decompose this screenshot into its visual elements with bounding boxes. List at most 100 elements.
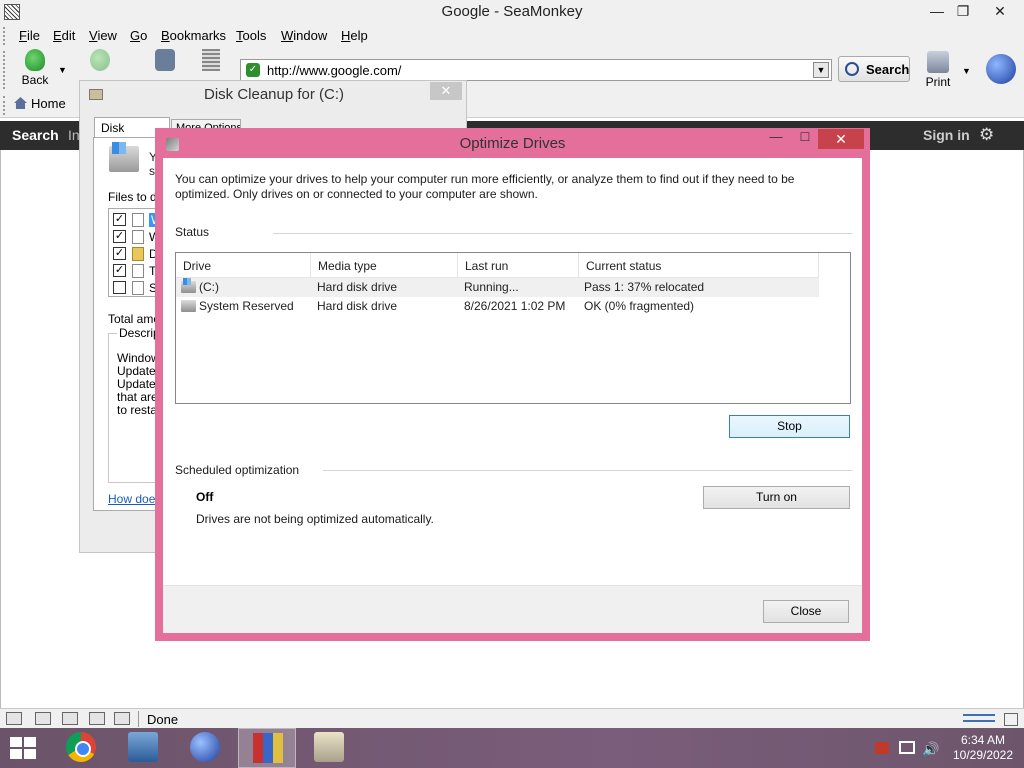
print-button[interactable]: Print xyxy=(920,51,956,89)
close-button[interactable]: ✕ xyxy=(818,129,864,149)
checkbox[interactable] xyxy=(113,281,126,294)
file-icon xyxy=(132,213,144,227)
gear-icon[interactable]: ⚙ xyxy=(979,126,994,143)
close-button[interactable]: ✕ xyxy=(980,0,1020,24)
maximize-button[interactable]: ❐ xyxy=(948,0,978,24)
mail-icon[interactable] xyxy=(35,712,51,725)
column-header-media-type[interactable]: Media type xyxy=(311,253,458,278)
magnifier-icon xyxy=(845,62,859,76)
menu-edit[interactable]: Edit xyxy=(53,28,75,43)
url-bar[interactable]: ✓ http://www.google.com/ ▼ xyxy=(240,59,832,81)
section-divider xyxy=(273,233,852,234)
menu-view[interactable]: View xyxy=(89,28,117,43)
column-header-last-run[interactable]: Last run xyxy=(458,253,579,278)
back-arrow-icon xyxy=(25,49,45,71)
optimize-drives-titlebar[interactable]: Optimize Drives — ☐ ✕ xyxy=(155,128,870,158)
winrar-icon xyxy=(253,733,283,763)
seamonkey-throbber-icon[interactable] xyxy=(986,54,1016,84)
menu-bar: File Edit View Go Bookmarks Tools Window… xyxy=(0,24,1024,47)
toolbar-grip[interactable] xyxy=(3,51,7,89)
stop-button[interactable]: Stop xyxy=(729,415,850,438)
how-does-link[interactable]: How does xyxy=(108,492,161,506)
menu-window-key: W xyxy=(281,28,294,43)
maximize-button[interactable]: ☐ xyxy=(795,130,815,150)
column-header-current-status[interactable]: Current status xyxy=(579,253,819,278)
windows-logo-pane xyxy=(24,737,36,747)
file-icon xyxy=(132,264,144,278)
url-text[interactable]: http://www.google.com/ xyxy=(267,63,401,78)
windows-start-button[interactable] xyxy=(10,737,38,761)
menu-help[interactable]: Help xyxy=(341,28,368,43)
url-history-dropdown[interactable]: ▼ xyxy=(813,62,829,78)
disk-cleanup-titlebar[interactable]: Disk Cleanup for (C:) ✕ xyxy=(80,81,466,109)
checkbox[interactable]: ✓ xyxy=(113,247,126,260)
menu-window[interactable]: Window xyxy=(281,28,327,43)
drives-table[interactable]: Drive Media type Last run Current status… xyxy=(175,252,851,404)
drive-icon xyxy=(109,142,139,172)
minimize-button[interactable]: — xyxy=(766,130,786,150)
toolbar-grip[interactable] xyxy=(3,96,7,115)
drives-table-header: Drive Media type Last run Current status xyxy=(176,253,819,278)
disk-cleanup-close-button[interactable]: ✕ xyxy=(430,82,462,100)
taskbar-chrome[interactable] xyxy=(52,728,110,768)
reload-button[interactable] xyxy=(140,49,190,73)
taskbar-network[interactable] xyxy=(114,728,172,768)
action-center-flag-icon[interactable] xyxy=(875,742,889,754)
checkbox[interactable]: ✓ xyxy=(113,264,126,277)
file-icon xyxy=(132,230,144,244)
taskbar-seamonkey[interactable] xyxy=(176,728,234,768)
toolbar-grip[interactable] xyxy=(3,27,7,45)
menu-tools[interactable]: Tools xyxy=(236,28,266,43)
composer-icon[interactable] xyxy=(62,712,78,725)
taskbar-winrar[interactable] xyxy=(238,728,296,768)
disk-cleanup-icon xyxy=(314,732,344,762)
menu-view-label: iew xyxy=(97,28,117,43)
checkbox[interactable]: ✓ xyxy=(113,230,126,243)
network-tray-icon[interactable] xyxy=(899,741,915,754)
windows-logo-pane xyxy=(10,737,22,747)
home-icon xyxy=(14,97,27,109)
security-lock-icon[interactable] xyxy=(1004,713,1018,726)
site-identity-icon[interactable]: ✓ xyxy=(246,63,260,77)
media-type: Hard disk drive xyxy=(317,280,398,294)
addressbook-icon[interactable] xyxy=(89,712,105,725)
google-sign-in-link[interactable]: Sign in xyxy=(923,127,970,143)
print-button-label: Print xyxy=(925,75,951,89)
back-history-dropdown[interactable]: ▼ xyxy=(58,65,67,75)
home-label: Home xyxy=(31,96,66,111)
menu-help-label: elp xyxy=(350,28,368,43)
volume-icon[interactable]: 🔊 xyxy=(922,741,939,758)
home-button[interactable]: Home xyxy=(14,96,66,116)
taskbar-disk-cleanup[interactable] xyxy=(300,728,358,768)
search-button[interactable]: Search xyxy=(838,56,910,82)
menu-bookmarks[interactable]: Bookmarks xyxy=(161,28,226,43)
reload-icon xyxy=(155,49,175,71)
last-run: Running... xyxy=(464,280,519,294)
column-header-drive[interactable]: Drive xyxy=(176,253,311,278)
stop-loading-button[interactable] xyxy=(196,49,226,73)
google-images-link[interactable]: In xyxy=(68,127,80,143)
checkbox[interactable]: ✓ xyxy=(113,213,126,226)
forward-button[interactable] xyxy=(80,49,120,73)
menu-go-key: G xyxy=(130,28,141,43)
turn-on-button[interactable]: Turn on xyxy=(703,486,850,509)
close-dialog-button[interactable]: Close xyxy=(763,600,849,623)
google-search-link[interactable]: Search xyxy=(12,127,59,143)
section-divider xyxy=(323,470,852,471)
media-type: Hard disk drive xyxy=(317,299,398,313)
table-row[interactable]: (C:) Hard disk drive Running... Pass 1: … xyxy=(176,278,819,297)
navigator-icon[interactable] xyxy=(6,712,22,725)
clock[interactable]: 6:34 AM 10/29/2022 xyxy=(950,733,1016,763)
table-row[interactable]: System Reserved Hard disk drive 8/26/202… xyxy=(176,297,819,316)
menu-file[interactable]: File xyxy=(19,28,40,43)
optimize-intro-text: You can optimize your drives to help you… xyxy=(175,172,795,201)
disk-cleanup-icon xyxy=(89,89,103,100)
scheduled-state: Off xyxy=(196,490,214,504)
irc-chat-icon[interactable] xyxy=(114,712,130,725)
taskbar: 🔊 6:34 AM 10/29/2022 xyxy=(0,728,1024,768)
back-button[interactable]: Back xyxy=(14,49,56,87)
print-dropdown[interactable]: ▼ xyxy=(962,66,971,76)
menu-go[interactable]: Go xyxy=(130,28,147,43)
drive-name: (C:) xyxy=(199,280,219,294)
online-status-icon[interactable] xyxy=(963,714,995,722)
